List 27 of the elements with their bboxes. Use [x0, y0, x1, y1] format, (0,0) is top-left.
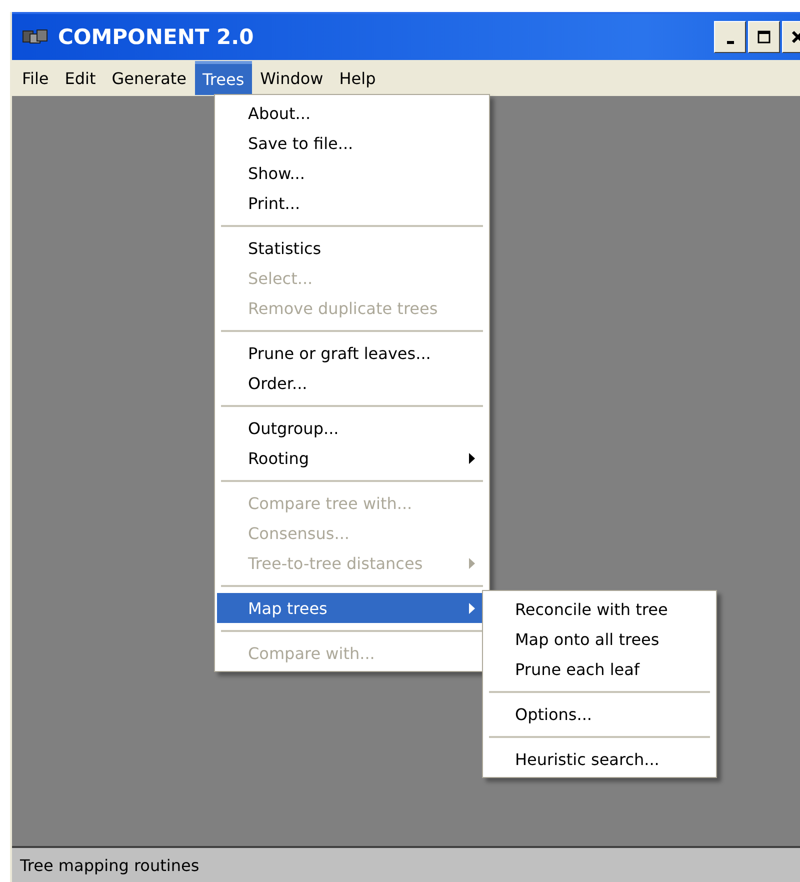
- menu-item[interactable]: Heuristic search...: [485, 744, 714, 774]
- menu-item[interactable]: Rooting: [217, 443, 487, 473]
- maximize-button[interactable]: [748, 21, 780, 53]
- menu-item[interactable]: Map onto all trees: [485, 624, 714, 654]
- menu-item[interactable]: Reconcile with tree: [485, 594, 714, 624]
- window-title: COMPONENT 2.0: [58, 25, 255, 49]
- minimize-icon: [726, 40, 734, 44]
- menu-bar-item[interactable]: Generate: [104, 61, 194, 95]
- menu-bar-item[interactable]: Trees: [194, 61, 252, 95]
- menu-item[interactable]: Prune each leaf: [485, 654, 714, 684]
- menu-item[interactable]: Outgroup...: [217, 413, 487, 443]
- menu-bar-item[interactable]: Help: [331, 61, 384, 95]
- status-text: Tree mapping routines: [20, 856, 200, 874]
- menu-item[interactable]: Print...: [217, 188, 487, 218]
- menu-bar-item[interactable]: Edit: [56, 61, 104, 95]
- app-icon: [22, 28, 48, 46]
- minimize-button[interactable]: [714, 21, 746, 53]
- menu-item[interactable]: Show...: [217, 158, 487, 188]
- menu-item[interactable]: About...: [217, 98, 487, 128]
- menu-item[interactable]: Order...: [217, 368, 487, 398]
- menu-item[interactable]: Prune or graft leaves...: [217, 338, 487, 368]
- menu-item[interactable]: Statistics: [217, 233, 487, 263]
- menu-item[interactable]: Save to file...: [217, 128, 487, 158]
- menu-item[interactable]: Options...: [485, 699, 714, 729]
- menu-bar-item[interactable]: File: [14, 61, 57, 95]
- menu-bar-item[interactable]: Window: [252, 61, 332, 95]
- maximize-icon: [757, 30, 771, 44]
